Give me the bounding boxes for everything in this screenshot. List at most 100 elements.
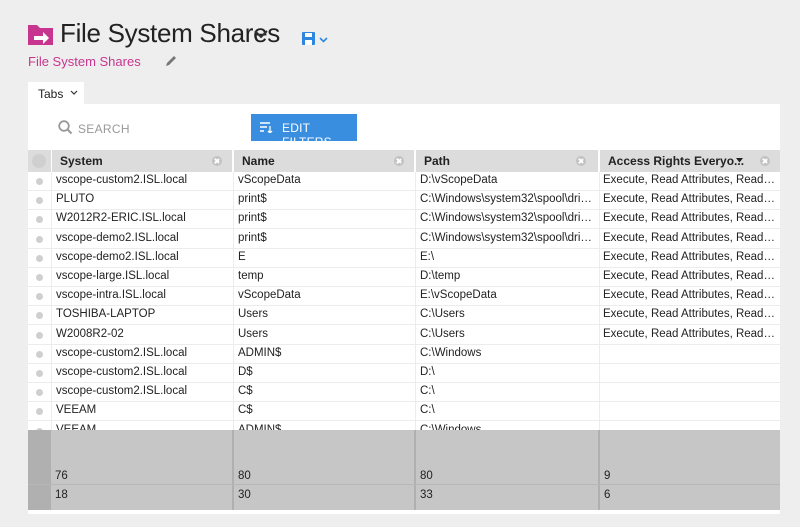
table-cell: D$ — [238, 366, 253, 378]
table-row[interactable]: VEEAM ADMIN$ C:\Windows — [28, 422, 780, 430]
summary-value: 80 — [420, 470, 433, 482]
table-cell: C$ — [238, 404, 253, 417]
column-header-path[interactable]: Path — [416, 150, 598, 172]
column-header-name[interactable]: Name — [234, 150, 414, 172]
table-cell: vscope-custom2.ISL.local — [56, 174, 188, 186]
summary-value: 6 — [604, 489, 611, 501]
summary-footer: 76 18 80 30 80 33 9 6 — [28, 430, 780, 510]
table-row[interactable]: W2012R2-ERIC.ISL.local print$ C:\Windows\s… — [28, 210, 780, 230]
table-cell: vscope-demo2.ISL.local — [56, 250, 179, 263]
table-row[interactable]: PLUTO print$ C:\Windows\system32\spool\dri… — [28, 191, 780, 211]
table-cell: C$ — [238, 385, 253, 398]
row-select-toggle[interactable] — [36, 408, 43, 416]
row-select-toggle[interactable] — [36, 389, 43, 397]
table-cell: E — [238, 250, 246, 263]
table-row[interactable]: vscope-custom2.ISL.local vScopeData D:\vSc… — [28, 172, 780, 191]
search-input[interactable]: SEARCH — [58, 118, 208, 140]
data-table: System Name Path Access Rights Everyo...… — [28, 150, 780, 430]
table-cell: vscope-custom2.ISL.local — [56, 385, 188, 398]
row-select-toggle[interactable] — [36, 331, 43, 339]
page-header: File System Shares File System Shares — [0, 0, 800, 78]
close-icon[interactable] — [760, 156, 770, 166]
column-header-label: System — [60, 154, 103, 168]
summary-divider — [28, 484, 780, 485]
summary-value: 76 — [55, 470, 68, 482]
table-row[interactable]: W2008R2-02 Users C:\Users Execute, Read Att… — [28, 326, 780, 345]
row-select-toggle[interactable] — [36, 293, 43, 301]
table-cell: PLUTO — [56, 193, 95, 206]
table-cell: vscope-demo2.ISL.local — [56, 231, 179, 244]
table-cell: E:\vScopeData — [420, 289, 497, 302]
table-cell: C:\Windows — [420, 346, 482, 359]
table-cell: temp — [238, 270, 264, 282]
table-row[interactable]: vscope-intra.ISL.local vScopeData E:\vScop… — [28, 287, 780, 307]
table-row[interactable]: vscope-custom2.ISL.local ADMIN$ C:\Windows — [28, 345, 780, 364]
table-cell: D:\temp — [420, 270, 461, 282]
filter-icon — [260, 122, 273, 133]
select-header — [28, 150, 51, 172]
row-select-toggle[interactable] — [36, 350, 43, 358]
folder-share-icon — [28, 25, 53, 45]
summary-value: 9 — [604, 470, 611, 482]
tab-label: Tabs — [38, 87, 64, 101]
row-select-toggle[interactable] — [36, 216, 43, 224]
search-placeholder: SEARCH — [78, 122, 130, 136]
close-icon[interactable] — [212, 156, 222, 166]
column-header-access-rights[interactable]: Access Rights Everyo... — [600, 150, 780, 172]
select-all-toggle[interactable] — [32, 154, 46, 168]
table-row[interactable]: TOSHIBA-LAPTOP Users C:\Users Execute, Read… — [28, 306, 780, 326]
table-cell: Execute, Read Attributes, Read D... — [603, 289, 775, 302]
search-icon — [58, 120, 73, 135]
table-row[interactable]: vscope-large.ISL.local temp D:\temp Execute… — [28, 268, 780, 287]
table-row[interactable]: vscope-custom2.ISL.local C$ C:\ — [28, 383, 780, 403]
summary-column-access-rights: 9 6 — [600, 430, 780, 510]
table-cell: Execute, Read Attributes, Read D... — [603, 193, 775, 206]
close-icon[interactable] — [576, 156, 586, 166]
row-select-toggle[interactable] — [36, 197, 43, 205]
table-cell: Users — [238, 327, 269, 340]
row-select-toggle[interactable] — [36, 370, 43, 377]
summary-value: 18 — [55, 489, 68, 501]
table-cell: Execute, Read Attributes, Read D... — [603, 174, 775, 186]
column-header-system[interactable]: System — [52, 150, 232, 172]
table-cell: W2012R2-ERIC.ISL.local — [56, 212, 186, 225]
edit-filters-button[interactable]: EDIT FILTERS — [251, 114, 357, 149]
table-row[interactable]: vscope-demo2.ISL.local print$ C:\Windows\s… — [28, 230, 780, 249]
row-select-toggle[interactable] — [36, 274, 43, 281]
summary-column-path: 80 33 — [416, 430, 598, 510]
table-cell: vScopeData — [238, 174, 301, 186]
table-cell: C:\Windows\system32\spool\drive... — [420, 193, 594, 206]
subtitle-link[interactable]: File System Shares — [28, 54, 141, 69]
table-cell: C:\ — [420, 385, 435, 398]
table-cell: VEEAM — [56, 404, 97, 417]
table-cell: ADMIN$ — [238, 346, 282, 359]
pencil-icon[interactable] — [165, 55, 177, 67]
column-header-label: Name — [242, 154, 275, 168]
sort-desc-icon[interactable] — [736, 158, 743, 163]
save-icon[interactable] — [300, 30, 332, 48]
table-row[interactable]: VEEAM C$ C:\ — [28, 402, 780, 422]
row-select-toggle[interactable] — [36, 312, 43, 320]
chevron-down-icon[interactable] — [254, 29, 268, 39]
table-cell: E:\ — [420, 250, 435, 263]
table-cell: vscope-custom2.ISL.local — [56, 346, 188, 359]
table-cell: Execute, Read Attributes, Read D... — [603, 250, 775, 263]
table-cell: print$ — [238, 212, 267, 225]
summary-value: 30 — [238, 489, 251, 501]
row-select-toggle[interactable] — [36, 235, 43, 243]
table-cell: vScopeData — [238, 289, 301, 302]
main-panel: SEARCH EDIT FILTERS System Name Path Acc… — [28, 104, 780, 514]
close-icon[interactable] — [394, 156, 404, 166]
row-select-toggle[interactable] — [36, 254, 43, 262]
tab-tabs[interactable]: Tabs — [28, 82, 84, 106]
table-cell: Execute, Read Attributes, Read D... — [603, 270, 775, 282]
table-row[interactable]: vscope-demo2.ISL.local E E:\ Execute, Read … — [28, 249, 780, 268]
table-row[interactable]: vscope-custom2.ISL.local D$ D:\ — [28, 364, 780, 383]
table-cell: print$ — [238, 193, 267, 206]
table-cell: Execute, Read Attributes, Read D... — [603, 327, 775, 340]
table-cell: C:\ — [420, 404, 435, 417]
chevron-down-icon — [70, 90, 78, 95]
row-select-toggle[interactable] — [36, 178, 43, 185]
table-cell: Execute, Read Attributes, Read D... — [603, 212, 775, 225]
table-cell: C:\Users — [420, 308, 465, 321]
